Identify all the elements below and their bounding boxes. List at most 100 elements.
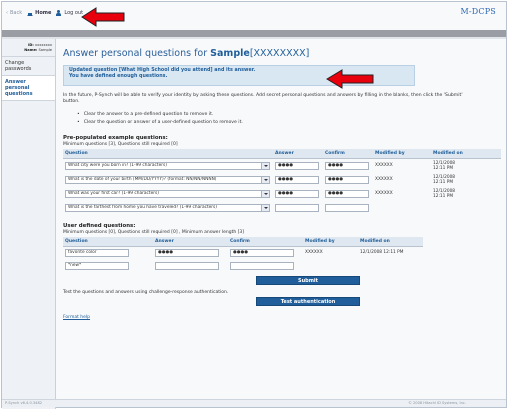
col-modified-by: Modified by — [303, 236, 358, 247]
chevron-down-icon — [263, 206, 268, 209]
footer-copyright: © 2008 Hitachi ID Systems, Inc. — [408, 401, 466, 405]
modified-time: 12:11 PM — [433, 179, 454, 185]
instruction-item: Clear the question or answer of a user-d… — [77, 119, 501, 127]
answer-field[interactable] — [155, 261, 219, 270]
modified-on — [358, 259, 423, 272]
prepop-heading: Pre-populated example questions: — [63, 135, 168, 141]
instruction-list: Clear the answer to a pre-defined questi… — [77, 111, 501, 127]
footer-version: P-Synch v6.4.0.3482 — [5, 401, 43, 405]
table-row: favorite color ●●●● ●●●● XXXXXX 12/1/200… — [63, 246, 423, 259]
confirm-field[interactable] — [325, 203, 369, 212]
back-link[interactable]: ‹ Back — [6, 10, 22, 16]
id-value: xxxxxxxx — [34, 43, 52, 47]
chevron-down-icon — [263, 164, 268, 167]
test-authentication-button[interactable]: Test authentication — [256, 297, 360, 306]
col-confirm: Confirm — [323, 149, 373, 159]
question-select[interactable]: What is the farthest from home you have … — [65, 203, 270, 212]
col-modified-on: Modified on — [358, 236, 423, 247]
test-note: Test the questions and answers using cha… — [63, 290, 229, 295]
answer-field[interactable]: ●●●● — [275, 161, 319, 170]
modified-by: XXXXXX — [305, 250, 323, 256]
answer-field[interactable] — [275, 203, 319, 212]
title-prefix: Answer personal questions for — [63, 48, 208, 59]
question-select-value: What is the date of your birth (MM/DD/YY… — [68, 177, 217, 182]
arrow-shape — [81, 7, 125, 27]
confirm-field[interactable]: ●●●● — [325, 189, 369, 198]
modified-by — [373, 201, 431, 215]
question-select-value: What city were you born in? (1-99 charac… — [68, 163, 167, 169]
modified-on: 12/1/2008 12:11 PM — [431, 173, 501, 187]
name-value: Sample — [38, 48, 52, 52]
dropdown-arrow[interactable] — [261, 162, 269, 169]
prepop-subheading: Minimum questions [3], Questions still r… — [63, 142, 178, 147]
dropdown-arrow[interactable] — [261, 176, 269, 183]
app-window: ‹ Back Home Log out M-DCPS ID: xxxxxxxx … — [1, 1, 507, 409]
back-arrow-icon: ‹ — [6, 10, 8, 16]
confirm-field[interactable] — [230, 261, 294, 270]
format-help-link[interactable]: Format help — [63, 315, 501, 320]
modified-time: 12:11 PM — [433, 193, 454, 199]
userdef-table: Question Answer Confirm Modified by Modi… — [63, 236, 423, 273]
annotation-arrow-logout — [81, 7, 125, 27]
col-question: Question — [63, 236, 153, 247]
col-answer: Answer — [273, 149, 323, 159]
brand-logo: M-DCPS — [460, 7, 496, 16]
name-label: Name: — [24, 48, 38, 52]
user-info: ID: xxxxxxxx Name: Sample — [2, 39, 55, 57]
table-row: What is the farthest from home you have … — [63, 201, 501, 215]
confirm-field[interactable]: ●●●● — [230, 248, 294, 257]
userdef-heading: User defined questions: — [63, 222, 136, 229]
intro-text: In the future, P-Synch will be able to v… — [63, 93, 463, 104]
table-row: What city were you born in? (1-99 charac… — [63, 159, 501, 173]
col-modified-on: Modified on — [431, 149, 501, 159]
col-modified-by: Modified by — [373, 149, 431, 159]
question-select-value: What was your first car? (1-99 character… — [68, 191, 159, 196]
answer-field[interactable]: ●●●● — [155, 248, 219, 257]
modified-time: 12:11 PM — [433, 165, 454, 171]
table-header-row: Question Answer Confirm Modified by Modi… — [63, 149, 501, 159]
modified-on: 12/1/2008 12:11 PM — [360, 250, 404, 256]
confirm-field[interactable]: ●●●● — [325, 175, 369, 184]
modified-by: XXXXXX — [375, 191, 393, 196]
footer: P-Synch v6.4.0.3482 © 2008 Hitachi ID Sy… — [2, 399, 506, 407]
main-content: Answer personal questions for Sample[XXX… — [63, 42, 501, 320]
table-row: What was your first car? (1-99 character… — [63, 187, 501, 201]
confirm-field[interactable]: ●●●● — [325, 161, 369, 170]
table-row: What is the date of your birth (MM/DD/YY… — [63, 173, 501, 187]
modified-on: 12/1/2008 12:11 PM — [431, 159, 501, 173]
dropdown-arrow[interactable] — [261, 204, 269, 211]
back-label: Back — [10, 10, 23, 16]
page-title: Answer personal questions for Sample[XXX… — [63, 48, 501, 61]
dropdown-arrow[interactable] — [261, 190, 269, 197]
home-label: Home — [35, 10, 52, 16]
home-link[interactable]: Home — [27, 10, 51, 16]
question-select[interactable]: What city were you born in? (1-99 charac… — [65, 161, 270, 170]
userdef-subheading: Minimum questions [0], Questions still r… — [63, 229, 244, 235]
table-header-row: Question Answer Confirm Modified by Modi… — [63, 236, 423, 247]
modified-on: 12/1/2008 12:11 PM — [431, 187, 501, 201]
modified-by — [303, 259, 358, 272]
sidebar-item-change-passwords[interactable]: Change passwords — [2, 57, 55, 76]
custom-question-field[interactable]: favorite color — [65, 248, 129, 257]
instruction-item: Clear the answer to a pre-defined questi… — [77, 111, 501, 119]
answer-field[interactable]: ●●●● — [275, 175, 319, 184]
prepop-table: Question Answer Confirm Modified by Modi… — [63, 149, 501, 215]
header-band-light — [2, 37, 506, 39]
sidebar: ID: xxxxxxxx Name: Sample Change passwor… — [2, 39, 56, 409]
submit-button[interactable]: Submit — [256, 276, 360, 285]
home-icon — [27, 10, 34, 16]
answer-field[interactable]: ●●●● — [275, 189, 319, 198]
question-select[interactable]: What was your first car? (1-99 character… — [65, 189, 270, 198]
sidebar-item-answer-questions[interactable]: Answer personal questions — [2, 76, 55, 101]
question-select-value: What is the farthest from home you have … — [68, 205, 217, 210]
chevron-down-icon — [263, 192, 268, 195]
header-band — [2, 30, 506, 37]
col-answer: Answer — [153, 236, 228, 247]
question-select[interactable]: What is the date of your birth (MM/DD/YY… — [65, 175, 270, 184]
user-icon — [56, 10, 62, 16]
custom-question-field[interactable]: *new* — [65, 261, 129, 270]
modified-by: XXXXXX — [375, 163, 393, 169]
id-label: ID: — [28, 43, 34, 47]
arrow-shape — [326, 69, 374, 89]
modified-by: XXXXXX — [375, 177, 393, 182]
